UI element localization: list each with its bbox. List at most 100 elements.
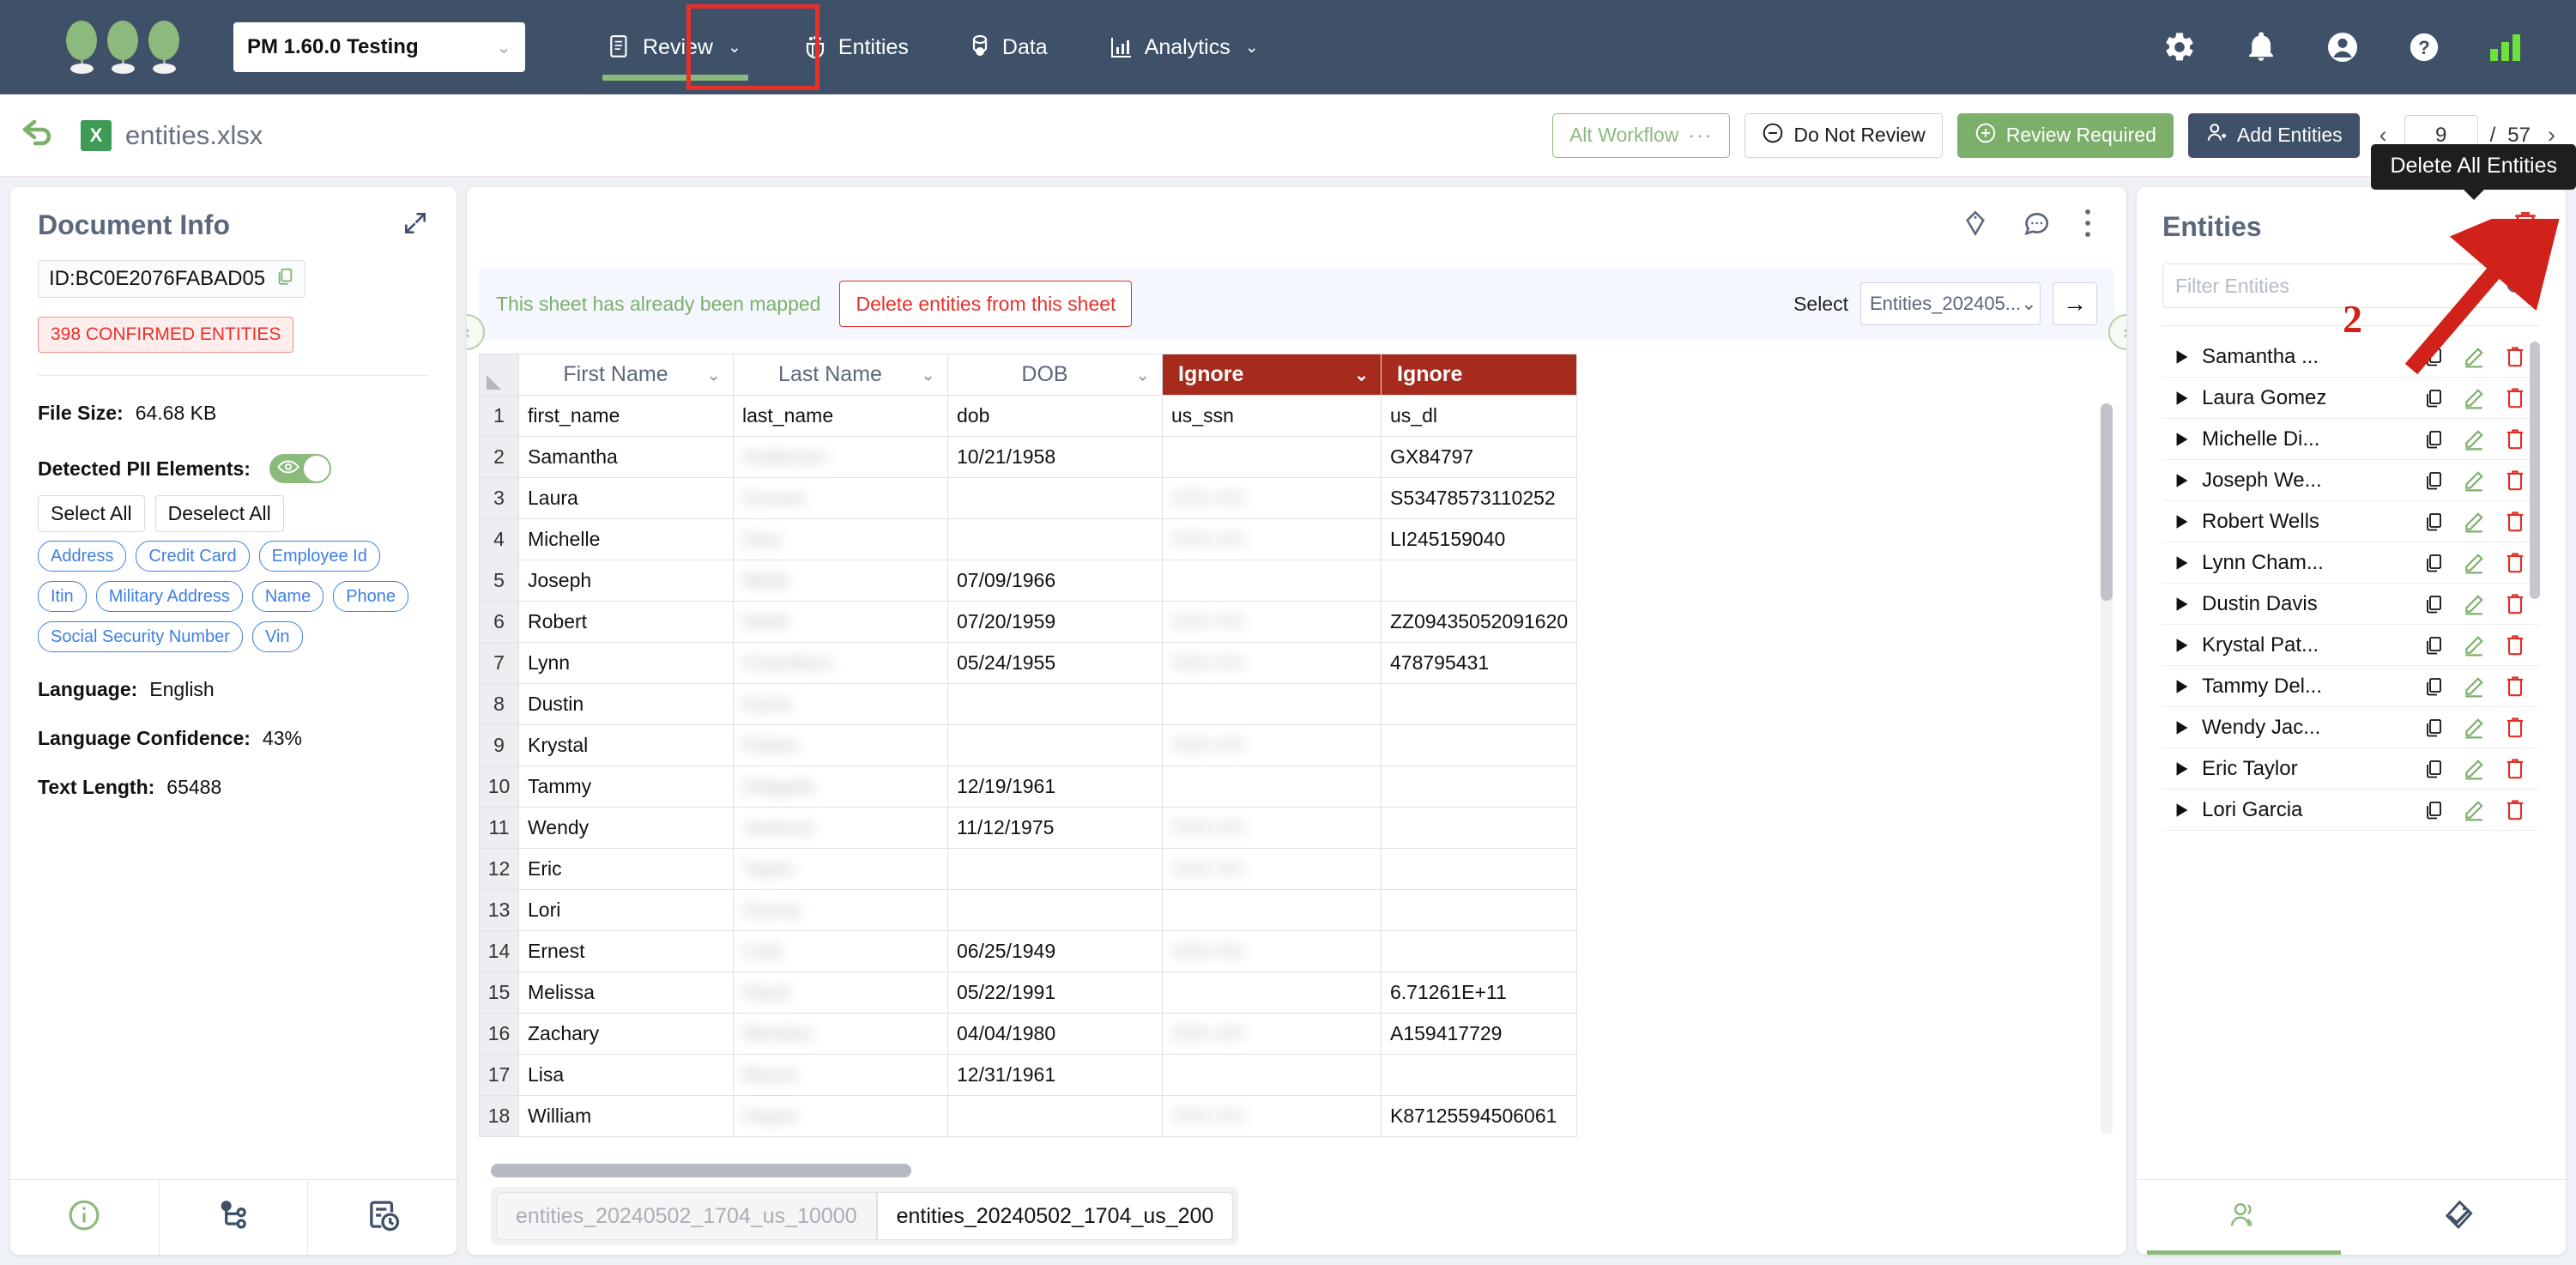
copy-icon[interactable]: [2423, 429, 2444, 450]
cell-ssn[interactable]: XXX-XX: [1163, 519, 1382, 560]
cell-dob[interactable]: 12/31/1961: [948, 1055, 1163, 1096]
copy-icon[interactable]: [2423, 594, 2444, 614]
cell-dob[interactable]: 11/12/1975: [948, 808, 1163, 849]
row-number-cell[interactable]: 10: [480, 766, 519, 808]
pii-pill-address[interactable]: Address: [38, 541, 126, 572]
cell-dl[interactable]: [1382, 808, 1577, 849]
cell-dl[interactable]: GX84797: [1382, 437, 1577, 478]
cell-first-name[interactable]: Wendy: [519, 808, 734, 849]
trash-icon[interactable]: [2504, 675, 2526, 699]
footer-tab-document-history[interactable]: [308, 1180, 457, 1255]
cell-dob[interactable]: dob: [948, 396, 1163, 437]
table-row[interactable]: 18WilliamHayesXXX-XXK87125594506061: [480, 1096, 1577, 1137]
vertical-scrollbar-thumb[interactable]: [2101, 403, 2113, 601]
entity-list-item[interactable]: Samantha ...: [2162, 336, 2540, 378]
entity-list-item[interactable]: Tammy Del...: [2162, 666, 2540, 707]
trash-icon[interactable]: [2504, 551, 2526, 575]
column-header-last-name[interactable]: Last Name ⌄: [734, 354, 948, 396]
cell-first-name[interactable]: Lynn: [519, 643, 734, 684]
cell-dob[interactable]: 04/04/1980: [948, 1014, 1163, 1055]
table-row[interactable]: 2SamanthaAnderson10/21/1958GX84797: [480, 437, 1577, 478]
entities-footer-tab-people[interactable]: [2137, 1180, 2351, 1255]
cell-dob[interactable]: 05/22/1991: [948, 972, 1163, 1014]
cell-dob[interactable]: 12/19/1961: [948, 766, 1163, 808]
edit-pencil-icon[interactable]: [2463, 799, 2485, 821]
copy-icon[interactable]: [275, 267, 294, 292]
cell-dl[interactable]: A159417729: [1382, 1014, 1577, 1055]
alt-workflow-button[interactable]: Alt Workflow ···: [1552, 113, 1730, 158]
cell-dob[interactable]: [948, 725, 1163, 766]
cell-first-name[interactable]: Dustin: [519, 684, 734, 725]
entities-scrollbar-thumb[interactable]: [2530, 342, 2540, 599]
more-vertical-icon[interactable]: [2083, 209, 2092, 238]
trash-icon[interactable]: [2504, 469, 2526, 493]
delete-all-entities-button[interactable]: [2511, 209, 2540, 245]
cell-dl[interactable]: LI245159040: [1382, 519, 1577, 560]
cell-dl[interactable]: K87125594506061: [1382, 1096, 1577, 1137]
entities-footer-tab-tags[interactable]: [2351, 1180, 2566, 1255]
cell-dl[interactable]: [1382, 560, 1577, 602]
search-icon[interactable]: [2504, 273, 2530, 303]
cell-dl[interactable]: us_dl: [1382, 396, 1577, 437]
edit-pencil-icon[interactable]: [2463, 758, 2485, 780]
cell-dl[interactable]: [1382, 890, 1577, 931]
cell-last-name[interactable]: Garcia: [734, 890, 948, 931]
cell-ssn[interactable]: XXX-XX: [1163, 725, 1382, 766]
cell-dob[interactable]: [948, 1096, 1163, 1137]
cell-ssn[interactable]: XXX-XX: [1163, 808, 1382, 849]
copy-icon[interactable]: [2423, 347, 2444, 367]
trash-icon[interactable]: [2504, 798, 2526, 822]
footer-tab-info[interactable]: [10, 1180, 160, 1255]
cell-dob[interactable]: 05/24/1955: [948, 643, 1163, 684]
row-number-cell[interactable]: 17: [480, 1055, 519, 1096]
row-number-cell[interactable]: 8: [480, 684, 519, 725]
table-row[interactable]: 12EricTaylorXXX-XX: [480, 849, 1577, 890]
cell-first-name[interactable]: Zachary: [519, 1014, 734, 1055]
cell-last-name[interactable]: Gomez: [734, 478, 948, 519]
entity-list-item[interactable]: Eric Taylor: [2162, 748, 2540, 790]
entity-list-item[interactable]: Michelle Di...: [2162, 419, 2540, 460]
edit-pencil-icon[interactable]: [2463, 511, 2485, 533]
pii-pill-itin[interactable]: Itin: [38, 581, 87, 612]
cell-first-name[interactable]: Robert: [519, 602, 734, 643]
cell-last-name[interactable]: Mendez: [734, 1014, 948, 1055]
expand-triangle-icon[interactable]: [2162, 390, 2202, 406]
expand-triangle-icon[interactable]: [2162, 679, 2202, 694]
entity-list-item[interactable]: Wendy Jac...: [2162, 707, 2540, 748]
cell-first-name[interactable]: Samantha: [519, 437, 734, 478]
entity-list-item[interactable]: Joseph We...: [2162, 460, 2540, 501]
row-number-cell[interactable]: 4: [480, 519, 519, 560]
edit-pencil-icon[interactable]: [2463, 469, 2485, 492]
expand-triangle-icon[interactable]: [2162, 720, 2202, 735]
pii-pill-ssn[interactable]: Social Security Number: [38, 621, 243, 652]
cell-ssn[interactable]: XXX-XX: [1163, 602, 1382, 643]
nav-tab-review[interactable]: Review ⌄: [578, 0, 772, 94]
copy-icon[interactable]: [2423, 511, 2444, 532]
edit-pencil-icon[interactable]: [2463, 346, 2485, 368]
cell-first-name[interactable]: Tammy: [519, 766, 734, 808]
trash-icon[interactable]: [2504, 427, 2526, 451]
cell-first-name[interactable]: Laura: [519, 478, 734, 519]
row-number-cell[interactable]: 11: [480, 808, 519, 849]
review-required-button[interactable]: Review Required: [1957, 113, 2174, 158]
table-row[interactable]: 16ZacharyMendez04/04/1980XXX-XXA15941772…: [480, 1014, 1577, 1055]
entity-list-item[interactable]: Robert Wells: [2162, 501, 2540, 542]
cell-last-name[interactable]: Davis: [734, 684, 948, 725]
cell-dl[interactable]: [1382, 931, 1577, 972]
trash-icon[interactable]: [2504, 757, 2526, 781]
nav-tab-entities[interactable]: Entities: [772, 0, 940, 94]
edit-pencil-icon[interactable]: [2463, 675, 2485, 698]
column-header-dob[interactable]: DOB ⌄: [948, 354, 1163, 396]
table-row[interactable]: 3LauraGomezXXX-XXS53478573110252: [480, 478, 1577, 519]
row-number-cell[interactable]: 3: [480, 478, 519, 519]
cell-dl[interactable]: 6.71261E+11: [1382, 972, 1577, 1014]
table-row[interactable]: 7LynnChambers05/24/1955XXX-XX478795431: [480, 643, 1577, 684]
sheet-tab-200[interactable]: entities_20240502_1704_us_200: [877, 1192, 1234, 1240]
cell-dob[interactable]: [948, 849, 1163, 890]
cell-last-name[interactable]: Cole: [734, 931, 948, 972]
row-number-cell[interactable]: 2: [480, 437, 519, 478]
pii-visibility-toggle[interactable]: [269, 454, 331, 483]
edit-pencil-icon[interactable]: [2463, 717, 2485, 739]
pii-pill-credit-card[interactable]: Credit Card: [136, 541, 249, 572]
row-number-cell[interactable]: 1: [480, 396, 519, 437]
